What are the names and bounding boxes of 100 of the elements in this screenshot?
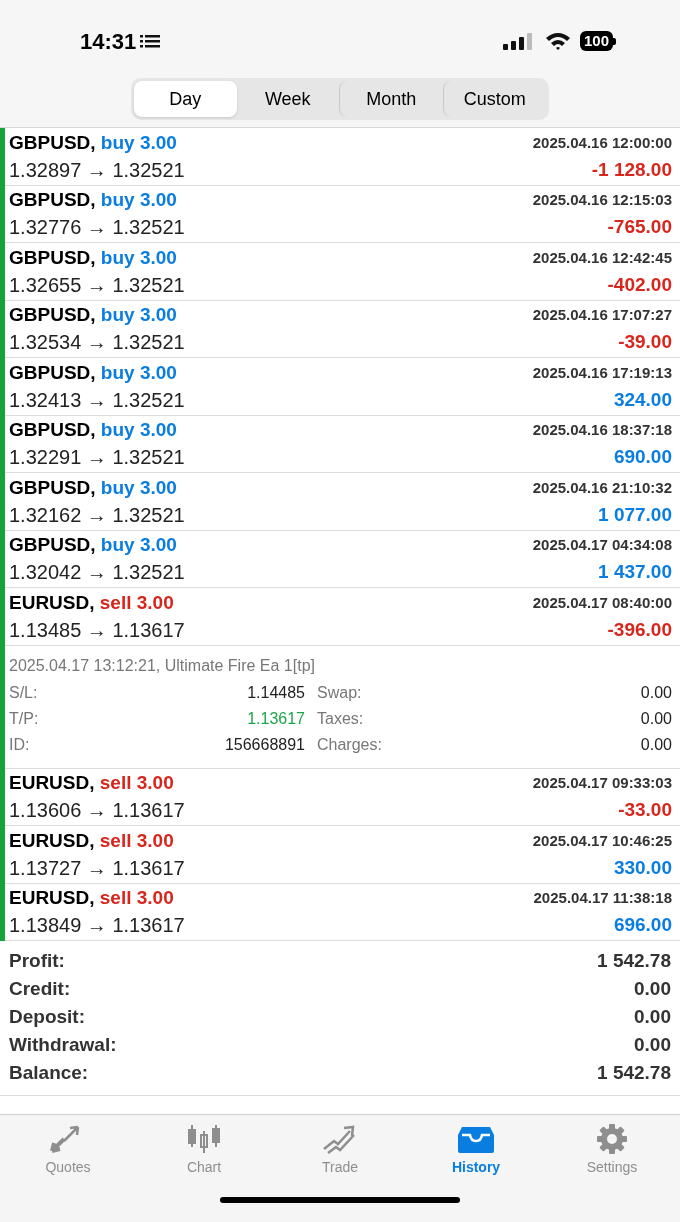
trade-symbol: EURUSD, [9,772,95,793]
trade-profit: 330.00 [613,855,672,880]
battery-level: 100 [579,31,613,51]
trade-prices: 1.13849 → 1.13617 [9,913,185,939]
summary-value: 1 542.78 [597,948,671,973]
period-tab[interactable]: Custom [442,81,546,117]
trade-profit: 1 077.00 [598,502,672,527]
trade-time: 2025.04.16 21:10:32 [532,477,672,498]
trade-symbol: EURUSD, [9,887,95,908]
tab-bar-item[interactable]: History [408,1123,544,1178]
summary-value: 0.00 [634,976,671,1001]
summary-label: Deposit: [9,1004,85,1029]
trade-symbol: EURUSD, [9,829,95,851]
trade-order: buy 3.00 [100,534,177,555]
trade-prices: 1.32162 → 1.32521 [9,502,185,528]
trade-profit: -402.00 [607,272,672,297]
trade-profit: -396.00 [607,617,672,642]
detail-value: 1.13617 [246,708,305,729]
trade-time: 2025.04.16 17:07:27 [532,305,672,325]
detail-label: T/P: [9,708,40,729]
trade-order: buy 3.00 [100,189,177,210]
trade-symbol: GBPUSD, [9,476,96,498]
summary-value: 0.00 [634,1032,671,1057]
trade-symbol: EURUSD, [9,591,95,613]
summary-label: Credit: [9,976,71,1001]
trade-order: buy 3.00 [100,476,177,498]
list-icon [140,33,161,49]
status-time: 14:31 [80,27,137,56]
detail-label: Swap: [317,682,363,703]
battery-tip [613,37,616,45]
trade-symbol: GBPUSD, [9,189,96,210]
trade-symbol: GBPUSD, [9,246,96,268]
detail-label: ID: [9,734,31,755]
trade-profit: -39.00 [618,330,672,354]
trade-time: 2025.04.16 12:42:45 [532,247,672,268]
trade-prices: 1.32291 → 1.32521 [9,445,185,471]
detail-value: 1.14485 [246,682,305,703]
trade-row[interactable]: GBPUSD, buy 3.00 2025.04.16 17:07:27 1.32534 → 1.32521 -39.00 [5,300,680,358]
detail-value: 0.00 [640,734,672,755]
trade-symbol: GBPUSD, [9,419,96,440]
trade-order: buy 3.00 [100,131,177,153]
trade-prices: 1.13485 → 1.13617 [9,617,185,643]
trade-prices: 1.32776 → 1.32521 [9,215,185,241]
trade-order: buy 3.00 [100,419,177,440]
trade-symbol: GBPUSD, [9,304,96,325]
trade-profit: 324.00 [613,387,672,412]
summary-label: Balance: [9,1060,89,1085]
trade-row[interactable]: EURUSD, sell 3.00 2025.04.17 11:38:18 1.13849 → 1.13617 696.00 [5,883,680,941]
trade-profit: 690.00 [613,445,672,469]
trade-prices: 1.13727 → 1.13617 [9,855,185,881]
detail-label: Taxes: [317,708,365,729]
trade-time: 2025.04.17 09:33:03 [532,773,672,793]
trade-time: 2025.04.17 08:40:00 [532,592,672,613]
trade-time: 2025.04.17 11:38:18 [533,888,672,908]
trade-time: 2025.04.17 04:34:08 [532,535,672,555]
trade-row[interactable]: EURUSD, sell 3.00 2025.04.17 10:46:25 1.13727 → 1.13617 330.00 [5,826,680,884]
detail-label: S/L: [9,682,39,703]
detail-value: 0.00 [640,682,672,703]
trade-order: buy 3.00 [100,246,177,268]
trade-prices: 1.32655 → 1.32521 [9,272,185,298]
period-tab[interactable]: Month [339,81,443,117]
trade-order: buy 3.00 [100,361,177,383]
trade-prices: 1.32413 → 1.32521 [9,387,185,413]
trade-time: 2025.04.16 12:15:03 [532,190,672,210]
trade-order: sell 3.00 [99,829,174,851]
trade-prices: 1.32042 → 1.32521 [9,560,185,586]
trade-row[interactable]: GBPUSD, buy 3.00 2025.04.17 04:34:08 1.32042 → 1.32521 1 437.00 [5,530,680,588]
trade-profit: 1 437.00 [598,560,672,584]
trade-time: 2025.04.16 12:00:00 [532,132,672,153]
trade-profit: -33.00 [618,798,672,822]
trade-profit: 696.00 [613,913,672,937]
trade-order: sell 3.00 [99,591,174,613]
period-tab[interactable]: Day [134,81,237,117]
trade-order: sell 3.00 [99,772,174,793]
trade-time: 2025.04.17 10:46:25 [532,830,672,851]
trade-symbol: GBPUSD, [9,534,96,555]
trade-order: sell 3.00 [99,887,174,908]
trade-comment: 2025.04.17 13:12:21, Ultimate Fire Ea 1[tp] [9,655,316,676]
trade-prices: 1.32534 → 1.32521 [9,330,185,356]
trade-row[interactable]: GBPUSD, buy 3.00 2025.04.16 12:15:03 1.32776 → 1.32521 -765.00 [5,185,680,243]
trade-order: buy 3.00 [100,304,177,325]
trade-prices: 1.32897 → 1.32521 [9,157,185,183]
trade-prices: 1.13606 → 1.13617 [9,798,185,824]
trade-row[interactable]: GBPUSD, buy 3.00 2025.04.16 12:00:00 1.32897 → 1.32521 -1 128.00 [5,128,680,186]
detail-label: Charges: [317,734,383,755]
trade-row[interactable]: EURUSD, sell 3.00 2025.04.17 08:40:00 1.13485 → 1.13617 -396.00 [5,588,680,646]
trade-row[interactable]: GBPUSD, buy 3.00 2025.04.16 12:42:45 1.32655 → 1.32521 -402.00 [5,243,680,301]
trade-profit: -1 128.00 [591,157,672,182]
detail-value: 0.00 [640,708,672,729]
trade-time: 2025.04.16 18:37:18 [532,420,672,440]
summary-label: Profit: [9,948,65,973]
summary-value: 0.00 [634,1004,671,1029]
detail-value: 156668891 [223,734,305,755]
summary-label: Withdrawal: [9,1032,117,1057]
trade-symbol: GBPUSD, [9,361,96,383]
summary-value: 1 542.78 [597,1060,671,1085]
period-tab[interactable]: Week [236,81,339,117]
trade-symbol: GBPUSD, [9,131,96,153]
trade-profit: -765.00 [607,215,672,239]
trade-time: 2025.04.16 17:19:13 [532,362,672,383]
